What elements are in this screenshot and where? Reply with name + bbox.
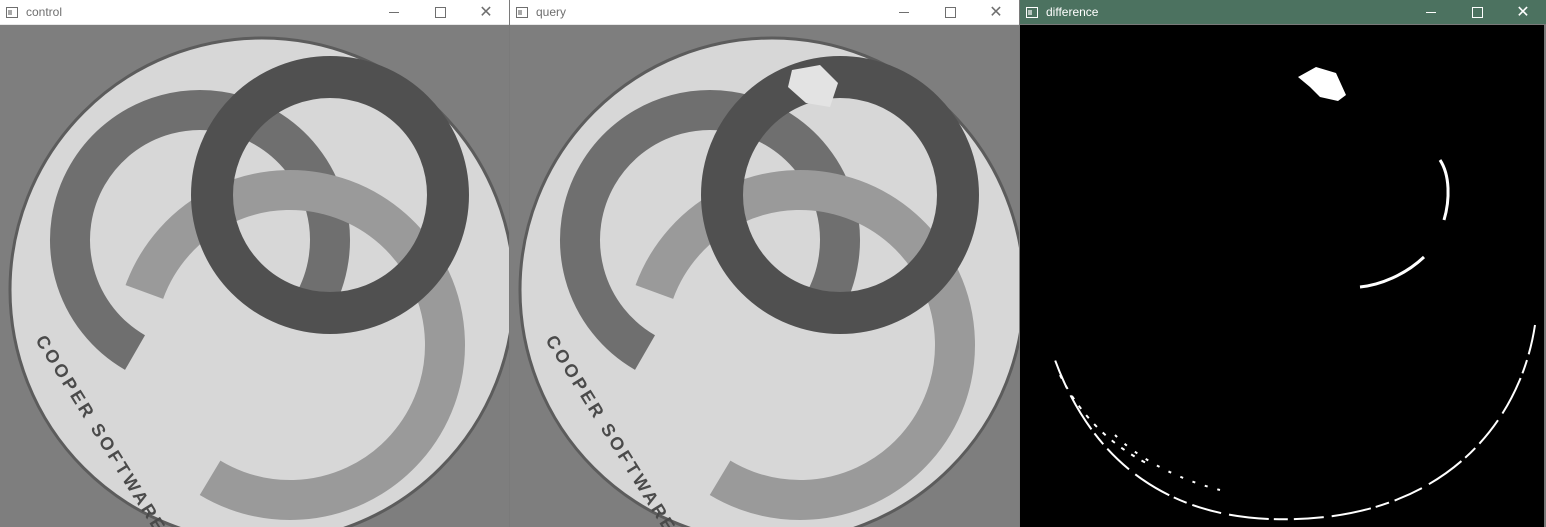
control-window-title: control	[26, 5, 63, 19]
difference-window: difference ✕	[1020, 0, 1546, 527]
control-window: control ✕ COOPER SOFTWARE	[0, 0, 509, 527]
maximize-icon[interactable]	[1454, 0, 1500, 24]
difference-image	[1020, 25, 1544, 527]
minimize-icon[interactable]	[371, 0, 417, 24]
query-titlebar[interactable]: query ✕	[510, 0, 1019, 25]
difference-window-title: difference	[1046, 5, 1099, 19]
difference-titlebar[interactable]: difference ✕	[1020, 0, 1546, 24]
close-icon[interactable]: ✕	[1500, 0, 1546, 24]
close-icon[interactable]: ✕	[973, 0, 1019, 24]
maximize-icon[interactable]	[417, 0, 463, 24]
minimize-icon[interactable]	[1408, 0, 1454, 24]
query-window: query ✕ COOPER SOFTWARE	[510, 0, 1019, 527]
minimize-icon[interactable]	[881, 0, 927, 24]
window-icon	[6, 6, 18, 18]
window-icon	[1026, 6, 1038, 18]
query-window-title: query	[536, 5, 567, 19]
control-titlebar[interactable]: control ✕	[0, 0, 509, 25]
query-image: COOPER SOFTWARE	[510, 25, 1019, 527]
control-image: COOPER SOFTWARE	[0, 25, 509, 527]
window-icon	[516, 6, 528, 18]
maximize-icon[interactable]	[927, 0, 973, 24]
close-icon[interactable]: ✕	[463, 0, 509, 24]
